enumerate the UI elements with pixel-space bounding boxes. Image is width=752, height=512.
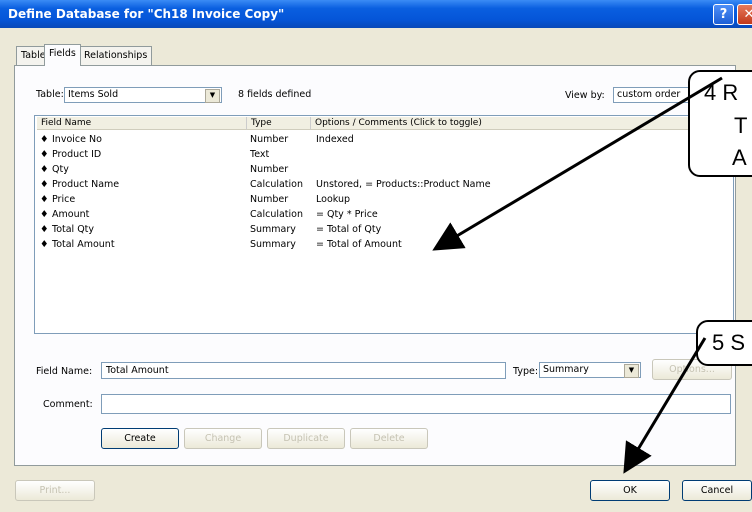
- table-row[interactable]: ♦ Total Qty Summary = Total of Qty: [36, 223, 726, 237]
- row-bullet-icon: ♦: [40, 164, 49, 175]
- table-row[interactable]: ♦ Total Amount Summary = Total of Amount: [36, 238, 726, 252]
- callout-step-4: 4 R T A: [688, 70, 752, 177]
- tab-relationships[interactable]: Relationships: [79, 46, 153, 65]
- callout-step-4-line3: A: [732, 145, 747, 170]
- comment-label: Comment:: [43, 399, 93, 410]
- field-name-label: Field Name:: [36, 366, 93, 377]
- row-bullet-icon: ♦: [40, 149, 49, 160]
- column-header-type[interactable]: Type: [247, 117, 311, 130]
- callout-step-5-line1: 5 S: [712, 330, 746, 355]
- row-bullet-icon: ♦: [40, 209, 49, 220]
- table-label: Table:: [36, 89, 64, 100]
- row-bullet-icon: ♦: [40, 239, 49, 250]
- callout-step-4-line1: 4 R: [704, 80, 739, 105]
- close-button[interactable]: ✕: [737, 4, 752, 25]
- row-bullet-icon: ♦: [40, 179, 49, 190]
- row-bullet-icon: ♦: [40, 194, 49, 205]
- table-row[interactable]: ♦ Qty Number: [36, 163, 726, 177]
- callout-step-4-line2: T: [734, 113, 748, 138]
- change-button[interactable]: Change: [184, 428, 262, 449]
- column-header-name[interactable]: Field Name: [37, 117, 247, 130]
- duplicate-button[interactable]: Duplicate: [267, 428, 345, 449]
- cancel-button[interactable]: Cancel: [682, 480, 752, 501]
- help-button[interactable]: ?: [713, 4, 734, 25]
- fields-count: 8 fields defined: [238, 89, 312, 100]
- delete-button[interactable]: Delete: [350, 428, 428, 449]
- row-bullet-icon: ♦: [40, 134, 49, 145]
- row-bullet-icon: ♦: [40, 224, 49, 235]
- type-label: Type:: [513, 366, 539, 377]
- callout-step-5: 5 S: [696, 320, 752, 366]
- chevron-down-icon: ▼: [624, 364, 639, 378]
- table-row[interactable]: ♦ Price Number Lookup: [36, 193, 726, 207]
- ok-button[interactable]: OK: [590, 480, 670, 501]
- column-header-options[interactable]: Options / Comments (Click to toggle): [311, 117, 731, 130]
- tab-fields[interactable]: Fields: [44, 44, 81, 66]
- table-row[interactable]: ♦ Invoice No Number Indexed: [36, 133, 726, 147]
- create-button[interactable]: Create: [101, 428, 179, 449]
- table-select[interactable]: Items Sold ▼: [64, 87, 222, 103]
- comment-input[interactable]: [101, 394, 731, 414]
- type-select[interactable]: Summary ▼: [539, 362, 641, 378]
- print-button[interactable]: Print...: [15, 480, 95, 501]
- table-row[interactable]: ♦ Product ID Text: [36, 148, 726, 162]
- table-row[interactable]: ♦ Product Name Calculation Unstored, = P…: [36, 178, 726, 192]
- table-row[interactable]: ♦ Amount Calculation = Qty * Price: [36, 208, 726, 222]
- window-title: Define Database for "Ch18 Invoice Copy": [8, 7, 285, 21]
- title-bar: Define Database for "Ch18 Invoice Copy": [0, 0, 752, 28]
- view-by-label: View by:: [565, 90, 605, 101]
- field-name-input[interactable]: Total Amount: [101, 362, 506, 379]
- chevron-down-icon: ▼: [205, 89, 220, 103]
